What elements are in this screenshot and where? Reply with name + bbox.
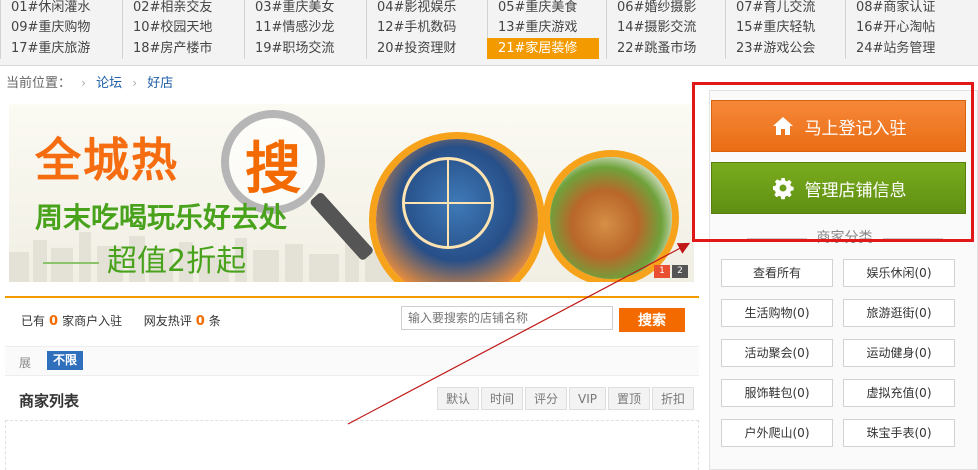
category-button[interactable]: 旅游逛街(0) — [843, 299, 955, 327]
forum-link[interactable]: 18#房产楼市 — [122, 38, 234, 59]
sort-tab-default[interactable]: 默认 — [437, 387, 480, 410]
banner-title: 全城热 — [35, 133, 179, 187]
breadcrumb-prefix: 当前位置： — [6, 76, 72, 91]
forum-link[interactable]: 12#手机数码 — [366, 17, 478, 38]
forum-link[interactable]: 01#休闲灌水 — [0, 0, 112, 18]
forum-link[interactable]: 11#情感沙龙 — [244, 17, 356, 38]
forum-link[interactable]: 10#校园天地 — [122, 17, 234, 38]
chevron-right-icon: › — [81, 76, 86, 90]
forum-link[interactable]: 21#家居装修 — [487, 38, 599, 59]
sort-tabs: 默认 时间 评分 VIP 置顶 折扣 — [437, 387, 695, 410]
home-icon — [772, 117, 793, 135]
shop-search-input[interactable] — [401, 306, 613, 330]
banner-deal-text: 超值2折起 — [107, 244, 247, 279]
merchant-list-header: 商家列表 默认 时间 评分 VIP 置顶 折扣 — [5, 380, 699, 420]
forum-link[interactable]: 03#重庆美女 — [244, 0, 356, 18]
banner-pager: 1 2 — [654, 265, 688, 278]
category-button[interactable]: 珠宝手表(0) — [843, 419, 955, 447]
sort-tab-pinned[interactable]: 置顶 — [608, 387, 651, 410]
reviews-prefix: 网友热评 — [143, 314, 192, 328]
filter-tag-unlimited[interactable]: 不限 — [47, 351, 84, 370]
forum-link[interactable]: 15#重庆轻轨 — [725, 17, 837, 38]
forum-link[interactable]: 13#重庆游戏 — [487, 17, 599, 38]
sort-tab-rating[interactable]: 评分 — [525, 387, 568, 410]
merchant-list-title: 商家列表 — [19, 392, 80, 410]
category-button[interactable]: 服饰鞋包(0) — [721, 379, 833, 407]
breadcrumb-link-shops[interactable]: 好店 — [147, 76, 173, 91]
forum-link[interactable]: 14#摄影交流 — [606, 17, 718, 38]
forum-link[interactable]: 09#重庆购物 — [0, 17, 112, 38]
category-title-text: 商家分类 — [816, 230, 873, 246]
manage-shop-label: 管理店铺信息 — [804, 180, 907, 201]
category-title: 商家分类 — [710, 227, 978, 247]
stats-text: 已有 0 家商户入驻 网友热评 0 条 — [21, 312, 221, 329]
category-button[interactable]: 娱乐休闲(0) — [843, 259, 955, 287]
sort-tab-discount[interactable]: 折扣 — [652, 387, 695, 410]
forum-link[interactable]: 16#开心淘帖 — [845, 17, 957, 38]
merchants-count: 0 — [49, 314, 59, 329]
page: 01#休闲灌水 02#相亲交友 03#重庆美女 04#影视娱乐 05#重庆美食 06#婚纱… — [0, 0, 978, 470]
merchant-list-body — [5, 420, 699, 470]
breadcrumb-link-forum[interactable]: 论坛 — [96, 76, 122, 91]
category-button[interactable]: 虚拟充值(0) — [843, 379, 955, 407]
forum-link[interactable]: 19#职场交流 — [244, 38, 356, 59]
promo-banner[interactable]: 全城热 搜 周末吃喝玩乐好去处 超值2折起 1 2 — [9, 104, 694, 282]
forum-link[interactable]: 05#重庆美食 — [487, 0, 599, 18]
sidebar: 马上登记入驻 管理店铺信息 商家分类 查看所有 娱乐休闲(0) 生活购物(0) 旅游逛… — [709, 90, 978, 470]
register-shop-button[interactable]: 马上登记入驻 — [711, 100, 966, 152]
merchants-prefix: 已有 — [21, 314, 46, 328]
category-button[interactable]: 运动健身(0) — [843, 339, 955, 367]
filter-row: 展 不限 — [5, 346, 699, 376]
banner-page-1[interactable]: 1 — [654, 265, 670, 278]
category-button[interactable]: 生活购物(0) — [721, 299, 833, 327]
register-shop-label: 马上登记入驻 — [804, 118, 907, 139]
forum-link[interactable]: 24#站务管理 — [845, 38, 957, 59]
manage-shop-button[interactable]: 管理店铺信息 — [711, 162, 966, 214]
sort-tab-vip[interactable]: VIP — [569, 387, 607, 410]
forum-link[interactable]: 07#育儿交流 — [725, 0, 837, 18]
reviews-count: 0 — [195, 314, 205, 329]
forum-link[interactable]: 22#跳蚤市场 — [606, 38, 718, 59]
merchants-suffix: 家商户入驻 — [62, 314, 123, 328]
forum-link[interactable]: 02#相亲交友 — [122, 0, 234, 18]
forum-link[interactable]: 06#婚纱摄影 — [606, 0, 718, 18]
banner-search-word: 搜 — [245, 137, 301, 202]
forum-nav-grid: 01#休闲灌水 02#相亲交友 03#重庆美女 04#影视娱乐 05#重庆美食 06#婚纱… — [0, 0, 978, 66]
gear-icon — [772, 178, 794, 200]
forum-link[interactable]: 08#商家认证 — [845, 0, 957, 18]
search-button[interactable]: 搜索 — [619, 308, 685, 332]
reviews-suffix: 条 — [208, 314, 221, 328]
banner-deal: 超值2折起 — [35, 236, 335, 280]
forum-link[interactable]: 04#影视娱乐 — [366, 0, 478, 18]
sort-tab-time[interactable]: 时间 — [481, 387, 524, 410]
divider — [43, 261, 99, 264]
forum-link[interactable]: 23#游戏公会 — [725, 38, 837, 59]
chevron-right-icon: › — [132, 76, 138, 90]
category-button[interactable]: 活动聚会(0) — [721, 339, 833, 367]
category-button[interactable]: 户外爬山(0) — [721, 419, 833, 447]
filter-label: 展 — [19, 356, 32, 370]
forum-link[interactable]: 20#投资理财 — [366, 38, 478, 59]
stats-search-bar: 已有0家商户入驻 网友热评0条 搜索 — [5, 296, 699, 342]
category-button[interactable]: 查看所有 — [721, 259, 833, 287]
ferris-wheel-photo — [369, 132, 545, 282]
breadcrumb: 当前位置： › 论坛 › 好店 — [6, 74, 173, 92]
banner-subtitle: 周末吃喝玩乐好去处 — [35, 201, 288, 234]
forum-link[interactable]: 17#重庆旅游 — [0, 38, 112, 59]
banner-page-2[interactable]: 2 — [672, 265, 688, 278]
food-dish-photo — [543, 150, 679, 282]
